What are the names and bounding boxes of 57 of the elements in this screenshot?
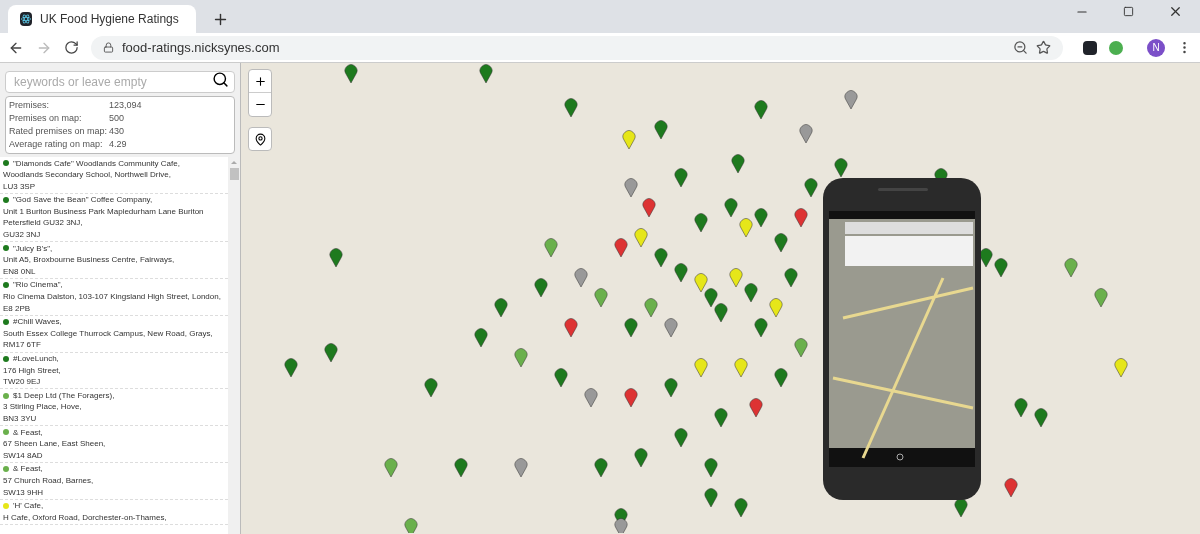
address-bar[interactable]: food-ratings.nicksynes.com [91,35,1063,60]
plus-icon [253,74,267,88]
stat-label: Premises on map: [9,111,83,125]
react-logo-icon [20,12,32,26]
stat-label: Average rating on map: [9,137,104,151]
pin-icon [253,132,267,146]
address-line: LU3 3SP [3,180,36,193]
address-line: SW14 8AD [3,449,43,462]
address-line: E8 2PB [3,302,31,315]
premises-name: & Feast, [13,426,43,439]
address-line: RM17 6TF [3,339,41,351]
address-line: 67 Sheen Lane, East Sheen, [3,438,106,450]
address-line: Rio Cinema Dalston, 103-107 Kingsland High Street, London, [3,291,221,303]
search-field[interactable]: keywords or leave empty [5,71,235,93]
address-line: Unit 1 Buriton Business Park Mapledurham Lane Buriton [3,205,204,218]
locate-button[interactable] [248,127,272,151]
address-line: 3 Stirling Place, Hove, [3,401,82,413]
premises-name: "God Save the Bean" Coffee Company, [13,194,153,206]
address-line: TW20 9EJ [3,376,41,388]
address-line: SW13 9HH [3,486,43,499]
address-line: 57 Church Road, Barnes, [3,474,94,487]
close-icon[interactable] [1168,4,1183,19]
stat-value: 4.29 [109,137,127,151]
address-line: Woodlands Secondary School, Northwell Drive, [3,169,171,181]
premises-name: #Chill Waves, [13,316,62,328]
search-icon[interactable] [212,71,229,88]
premises-name: & Feast, [13,463,43,475]
lock-icon [103,42,114,53]
premises-name: 'H' Cafe, [13,500,44,512]
stat-label: Premises: [9,98,50,112]
profile-avatar[interactable]: N [1147,38,1165,57]
premises-name: "Juicy B's", [13,242,53,255]
scroll-thumb[interactable] [229,168,239,180]
tab-title: UK Food Hygiene Ratings [40,11,179,28]
zoom-out-icon[interactable] [1013,40,1028,55]
address-line: South Essex College Thurrock Campus, New Road, Grays, [3,327,213,340]
star-icon[interactable] [1036,40,1051,55]
url-text: food-ratings.nicksynes.com [122,38,281,57]
premises-name: #LoveLunch, [13,353,59,365]
reload-icon[interactable] [64,40,79,55]
stat-value: 123,094 [109,98,142,112]
premises-name: "Diamonds Cafe" Woodlands Community Cafe, [13,157,180,170]
new-tab-icon[interactable] [212,11,229,28]
address-line: BN3 3YU [3,412,37,425]
premises-name: "Rio Cinema", [13,279,63,292]
address-line: GU32 3NJ [3,229,41,241]
browser-tab[interactable]: UK Food Hygiene Ratings [8,5,196,33]
address-line: Petersfield GU32 3NJ, [3,217,83,230]
stat-value: 430 [109,124,125,138]
address-line: H Cafe, Oxford Road, Dorchester-on-Thames, [3,511,167,524]
address-line: EN8 0NL [3,265,36,278]
maximize-icon[interactable] [1123,6,1134,17]
stat-value: 500 [109,111,125,125]
address-line: 176 High Street, [3,364,61,377]
address-line: Unit A5, Broxbourne Business Centre, Fairways, [3,254,175,266]
stat-label: Rated premises on map: [9,124,109,138]
premises-name: $1 Deep Ltd (The Foragers), [13,389,115,402]
